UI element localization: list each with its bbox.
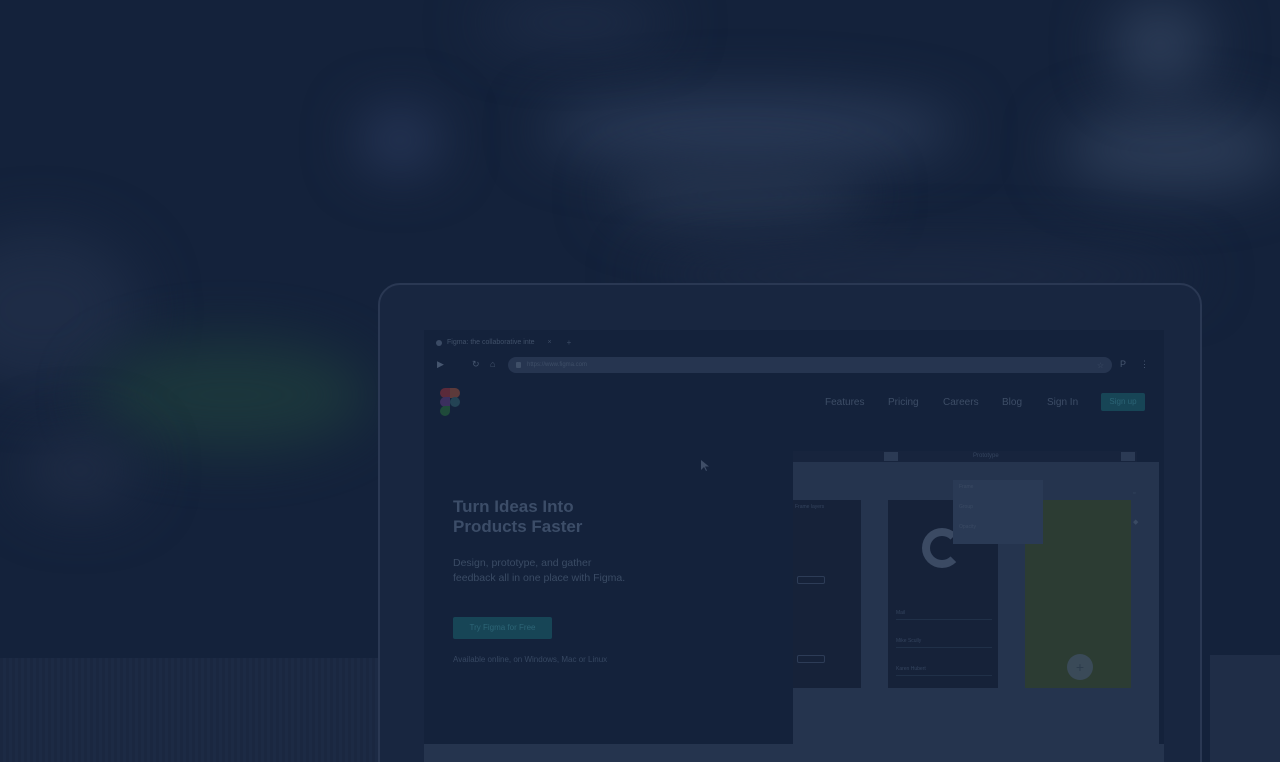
desk-surface [0,658,378,762]
browser-tab[interactable]: Figma: the collaborative inte × + [436,338,571,347]
extension-icon[interactable]: P [1120,359,1126,369]
popover-row: Frame [959,484,974,490]
cursor-icon [701,460,709,471]
editor-topbar: Prototype [793,451,1137,462]
blurred-plant [90,340,370,450]
layers-panel: Frame layers [793,500,861,688]
new-tab-icon[interactable]: + [567,338,572,347]
share-icon [1121,452,1135,461]
popover-row: Group [959,504,973,510]
hero-title: Turn Ideas Into Products Faster [453,497,583,536]
lock-icon [516,362,521,368]
close-icon[interactable]: × [548,339,552,346]
popover-row: Opacity [959,524,976,530]
address-text: https://www.figma.com [527,362,588,368]
sign-up-button[interactable]: Sign up [1101,393,1145,411]
desk-object [1210,655,1280,762]
bokeh-light [1110,0,1210,90]
bokeh-light [480,0,670,45]
align-icon: ▫ [1133,490,1136,497]
address-bar[interactable]: https://www.figma.com ☆ [508,357,1112,373]
nav-sign-in[interactable]: Sign In [1047,397,1078,408]
star-icon[interactable]: ☆ [1097,361,1104,370]
try-figma-button[interactable]: Try Figma for Free [453,617,552,639]
bokeh-light [360,110,440,170]
properties-popover: Frame Group Opacity [953,480,1043,544]
bokeh-light [540,95,960,165]
add-icon: + [1067,654,1093,680]
tab-title: Figma: the collaborative inte [447,339,535,346]
component-icon: ◆ [1133,519,1139,526]
nav-features[interactable]: Features [825,397,864,408]
laptop-bezel-bottom [424,744,1164,762]
back-icon[interactable]: ▶ [437,359,444,369]
list-item: Mail [896,610,992,620]
hero-subtitle: Design, prototype, and gather feedback a… [453,557,626,584]
editor-mode-label: Prototype [973,453,999,459]
availability-text: Available online, on Windows, Mac or Lin… [453,655,608,664]
favicon-icon [436,339,442,346]
reload-icon[interactable]: ↻ [472,359,480,369]
home-icon[interactable]: ⌂ [490,359,495,369]
bokeh-light [1060,110,1280,190]
figma-logo-icon[interactable] [438,388,462,416]
blurred-plant [20,430,140,510]
nav-pricing[interactable]: Pricing [888,397,919,408]
nav-blog[interactable]: Blog [1002,397,1022,408]
nav-careers[interactable]: Careers [943,397,979,408]
list-item: Mike Scully [896,638,992,648]
layer-chip [797,655,825,663]
bokeh-light [610,165,870,225]
layers-label: Frame layers [795,504,825,510]
layer-chip [797,576,825,584]
list-item: Karen Hubert [896,666,992,676]
toolbar-tool-icon [884,452,898,461]
menu-icon[interactable]: ⋮ [1140,359,1149,369]
